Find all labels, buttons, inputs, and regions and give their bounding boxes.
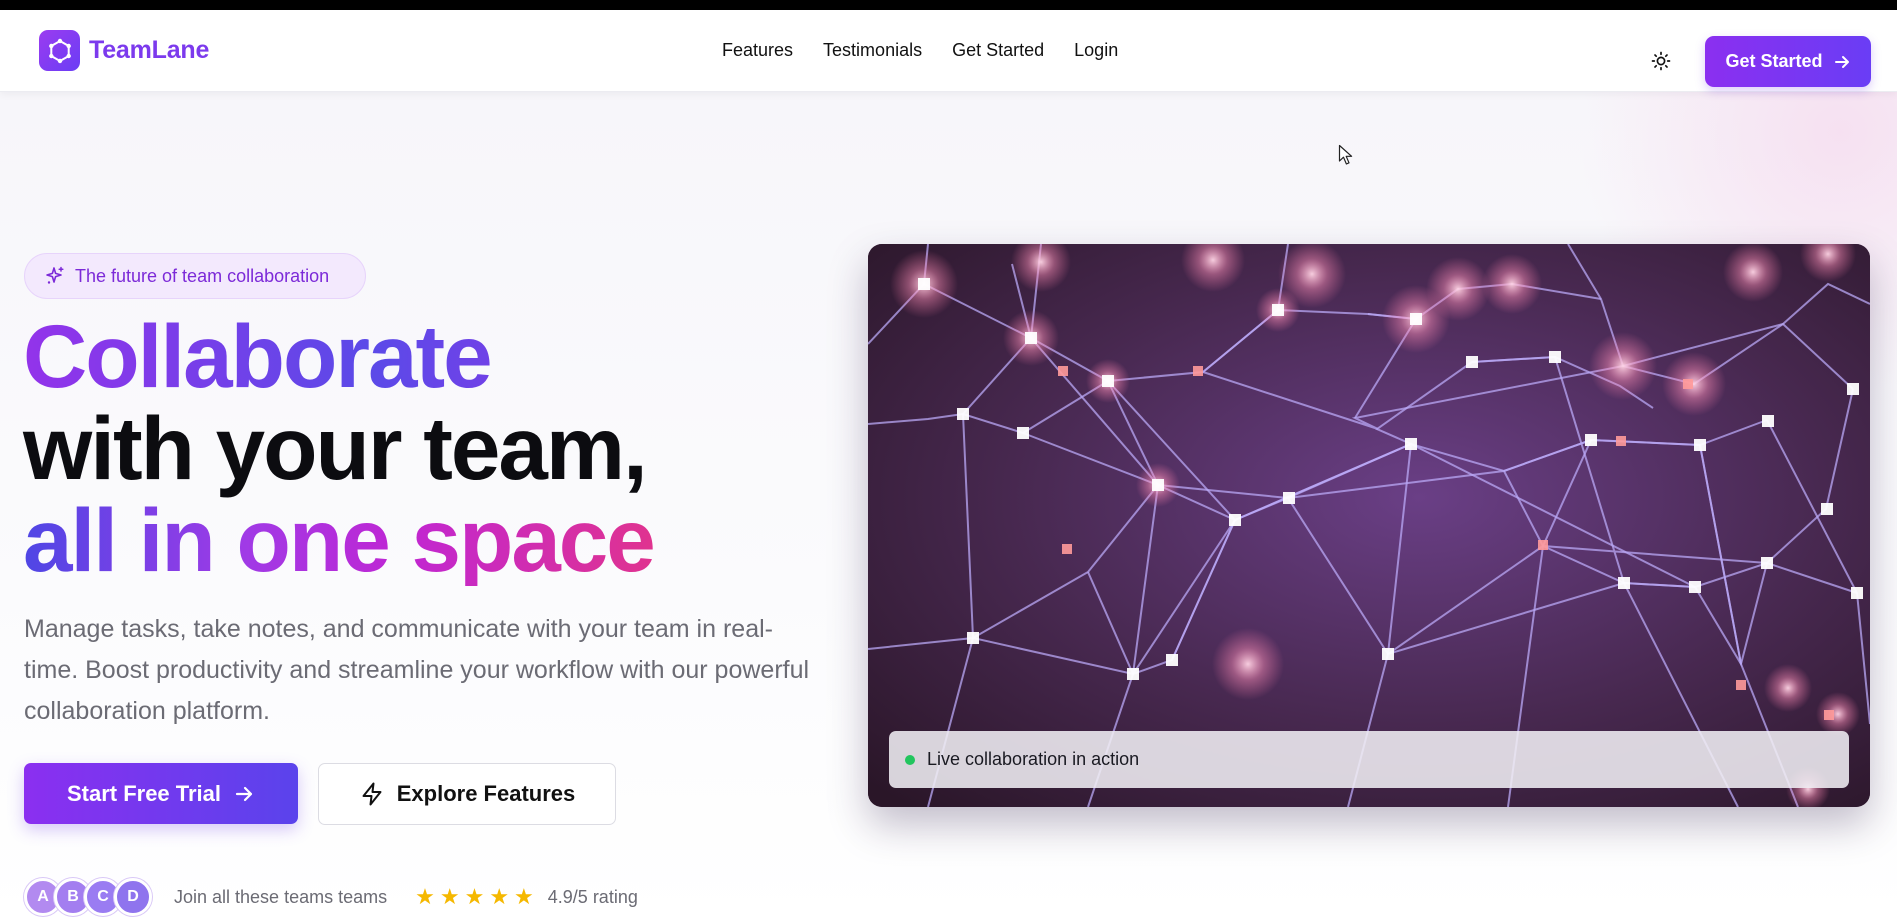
sun-icon bbox=[1651, 51, 1671, 71]
brand[interactable]: TeamLane bbox=[39, 30, 209, 71]
avatar-stack: A B C D bbox=[24, 878, 152, 916]
hexagon-network-icon bbox=[39, 30, 80, 71]
nav-link-features[interactable]: Features bbox=[722, 40, 793, 61]
star-icon: ★ bbox=[415, 884, 435, 909]
star-rating: ★ ★ ★ ★ ★ bbox=[415, 886, 534, 908]
network-illustration bbox=[868, 244, 1870, 807]
hero-subtext: Manage tasks, take notes, and communicat… bbox=[24, 615, 810, 725]
browser-top-strip bbox=[0, 0, 1897, 10]
nav-link-login[interactable]: Login bbox=[1074, 40, 1118, 61]
navbar: TeamLane Features Testimonials Get Start… bbox=[0, 10, 1897, 92]
social-proof: A B C D Join all these teams teams ★ ★ ★… bbox=[24, 877, 638, 917]
hero-badge: The future of team collaboration bbox=[24, 253, 366, 299]
start-free-trial-label: Start Free Trial bbox=[66, 780, 222, 806]
nav-get-started-button[interactable]: Get Started bbox=[1705, 36, 1871, 87]
live-collaboration-overlay: Live collaboration in action bbox=[889, 731, 1849, 788]
headline-line-2: with your team, bbox=[23, 398, 648, 498]
rating-text: 4.9/5 rating bbox=[547, 886, 638, 907]
brand-name: TeamLane bbox=[89, 36, 210, 64]
hero-media-card: Live collaboration in action bbox=[868, 244, 1870, 807]
main-nav: Features Testimonials Get Started Login bbox=[722, 40, 1148, 61]
star-icon: ★ bbox=[489, 884, 510, 909]
lightning-icon bbox=[362, 782, 382, 806]
explore-features-label: Explore Features bbox=[396, 781, 576, 806]
star-icon: ★ bbox=[439, 884, 460, 909]
live-collaboration-text: Live collaboration in action bbox=[927, 749, 1140, 769]
sparkles-icon bbox=[46, 266, 64, 284]
start-free-trial-button[interactable]: Start Free Trial bbox=[24, 763, 298, 824]
nav-link-testimonials[interactable]: Testimonials bbox=[823, 40, 922, 61]
nav-cta-label: Get Started bbox=[1725, 51, 1823, 71]
star-icon: ★ bbox=[464, 884, 485, 909]
nav-link-get-started[interactable]: Get Started bbox=[952, 40, 1044, 61]
headline-line-1: Collaborate bbox=[23, 310, 654, 402]
arrow-right-icon bbox=[235, 786, 253, 801]
star-icon: ★ bbox=[514, 884, 534, 909]
hero-section: The future of team collaboration Collabo… bbox=[0, 92, 1897, 922]
mouse-cursor-icon bbox=[1338, 144, 1354, 171]
hero-badge-text: The future of team collaboration bbox=[75, 265, 330, 286]
headline-line-3: all in one space bbox=[23, 490, 656, 590]
avatar: D bbox=[114, 878, 152, 916]
arrow-right-icon bbox=[1834, 55, 1849, 68]
live-status-dot bbox=[905, 754, 915, 765]
hero-headline: Collaborate with your team, all in one s… bbox=[23, 310, 656, 590]
social-proof-text: Join all these teams teams bbox=[174, 886, 388, 907]
theme-toggle-button[interactable] bbox=[1650, 50, 1672, 72]
explore-features-button[interactable]: Explore Features bbox=[318, 763, 616, 825]
